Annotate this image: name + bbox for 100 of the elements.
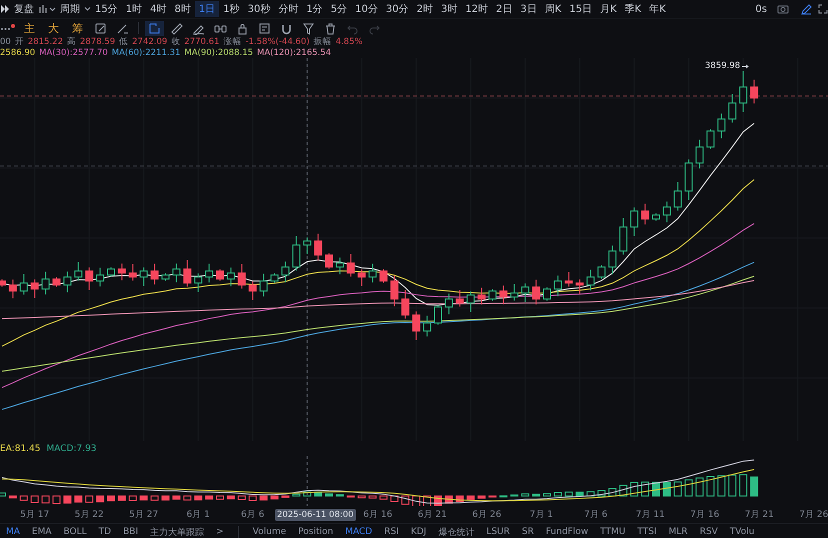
- candle: [750, 79, 758, 104]
- candle: [63, 271, 72, 293]
- sub-indicator-tab[interactable]: FundFlow: [540, 527, 594, 537]
- bracket-select-icon[interactable]: [145, 20, 164, 36]
- candle: [674, 182, 682, 212]
- candle: [652, 212, 660, 222]
- interval-tab[interactable]: 30秒: [244, 1, 274, 17]
- sub-indicator-tab[interactable]: 爆仓统计: [432, 526, 480, 538]
- interval-tab[interactable]: 10分: [351, 1, 382, 17]
- sub-indicator-tab[interactable]: TTSI: [631, 527, 663, 537]
- fullscreen-icon[interactable]: [818, 4, 828, 14]
- candle: [499, 285, 508, 305]
- candle: [390, 275, 398, 307]
- ohlc-value: 4.85%: [336, 37, 363, 47]
- interval-tab[interactable]: 4时: [146, 1, 170, 17]
- high-price-label: 3859.98: [705, 61, 740, 71]
- candle: [423, 315, 432, 337]
- caret-icon[interactable]: [84, 6, 91, 12]
- crosshair-line: [306, 456, 308, 506]
- sub-indicator-tab[interactable]: TTMU: [594, 527, 632, 537]
- candle: [260, 273, 268, 297]
- interval-tab[interactable]: 12时: [461, 1, 492, 17]
- sub-indicator-tab[interactable]: LSUR: [480, 527, 516, 537]
- candle: [358, 268, 366, 286]
- sub-indicator-tab[interactable]: RSI: [378, 527, 405, 537]
- interval-tab[interactable]: 3日: [516, 1, 541, 17]
- interval-tab[interactable]: 1秒: [219, 1, 244, 17]
- interval-tab[interactable]: 5分: [326, 1, 352, 17]
- ohlc-label: 开: [14, 36, 24, 48]
- candle: [598, 264, 606, 280]
- main-indicator-tab[interactable]: BBI: [117, 527, 144, 537]
- candle: [401, 290, 410, 320]
- candle: [510, 284, 518, 302]
- interval-tab[interactable]: 1日: [194, 1, 220, 17]
- sub-indicator-tab[interactable]: RSV: [694, 527, 724, 537]
- ohlc-value: 2878.59: [80, 37, 116, 47]
- indicator-shortcut-button[interactable]: 大: [43, 20, 64, 36]
- moving-average-value: MA(60):2211.31: [112, 48, 180, 58]
- candle: [107, 266, 115, 278]
- candle: [183, 260, 192, 288]
- interval-tab[interactable]: 周K: [540, 1, 566, 17]
- candle: [20, 274, 28, 296]
- candle: [96, 267, 104, 287]
- interval-tab[interactable]: 季K: [620, 1, 646, 17]
- main-indicator-tab[interactable]: 主力大单跟踪: [144, 526, 210, 538]
- moving-average-value: 2586.90: [0, 48, 36, 58]
- candle: [226, 267, 235, 287]
- main-indicator-tab[interactable]: BOLL: [58, 527, 93, 537]
- candle: [412, 310, 420, 340]
- candle: [150, 263, 159, 285]
- candle: [608, 245, 616, 275]
- candle: [248, 280, 257, 300]
- moving-average-value: MA(30):2577.70: [39, 48, 108, 58]
- period-label[interactable]: 周期: [56, 2, 84, 16]
- interval-tab[interactable]: 30分: [382, 1, 413, 17]
- date-axis-label: 7月 26: [798, 509, 828, 521]
- interval-tab[interactable]: 3时: [436, 1, 462, 17]
- main-indicator-tab[interactable]: TD: [92, 527, 118, 537]
- ohlc-value: 2742.09: [132, 37, 168, 47]
- chart-type-icon[interactable]: [38, 4, 56, 14]
- sub-indicator-tab[interactable]: Volume: [246, 527, 292, 537]
- candle: [368, 263, 377, 283]
- interval-tab[interactable]: 分时: [274, 1, 302, 17]
- interval-tab[interactable]: 月K: [596, 1, 621, 17]
- candle: [456, 290, 464, 308]
- main-indicator-tab[interactable]: EMA: [26, 527, 58, 537]
- indicator-shortcut-button[interactable]: 主: [19, 20, 40, 36]
- date-axis-label: 7月 21: [744, 509, 775, 521]
- date-axis-label: 7月 11: [634, 509, 666, 521]
- indicator-shortcut-button[interactable]: 筹: [67, 20, 88, 36]
- sub-indicator-tab[interactable]: MLR: [662, 527, 694, 537]
- interval-tab[interactable]: 1时: [122, 1, 146, 17]
- sub-indicator-tab[interactable]: SR: [516, 527, 540, 537]
- candle: [238, 264, 246, 290]
- sub-indicator-tab[interactable]: MACD: [339, 527, 378, 537]
- date-axis-label: 6月 1: [186, 509, 211, 521]
- main-indicator-tab[interactable]: MA: [0, 527, 26, 537]
- sub-indicator-tab[interactable]: TVolu: [724, 527, 760, 537]
- pencil-icon[interactable]: [801, 4, 812, 14]
- candle: [8, 279, 17, 299]
- replay-label[interactable]: 复盘: [10, 2, 38, 16]
- interval-tab[interactable]: 15日: [565, 1, 596, 17]
- more-indicators-button[interactable]: >: [210, 527, 230, 537]
- candle: [0, 278, 6, 288]
- interval-tab[interactable]: 年K: [645, 1, 670, 17]
- sub-indicator-tab[interactable]: KDJ: [404, 527, 432, 537]
- candle: [641, 203, 650, 225]
- interval-tab[interactable]: 2日: [492, 1, 516, 17]
- candle: [42, 271, 50, 295]
- sub-indicator-tab[interactable]: Position: [292, 527, 340, 537]
- interval-tab[interactable]: 15分: [91, 1, 122, 17]
- candle: [488, 288, 496, 302]
- interval-tab[interactable]: 2时: [412, 1, 437, 17]
- candle: [478, 287, 486, 305]
- interval-tab[interactable]: 1分: [302, 1, 327, 17]
- date-axis-label: 5月 17: [19, 509, 50, 521]
- replay-icon[interactable]: [0, 4, 10, 14]
- more-icon[interactable]: [0, 23, 16, 33]
- interval-tab[interactable]: 8时: [170, 1, 195, 17]
- camera-icon[interactable]: [777, 4, 789, 14]
